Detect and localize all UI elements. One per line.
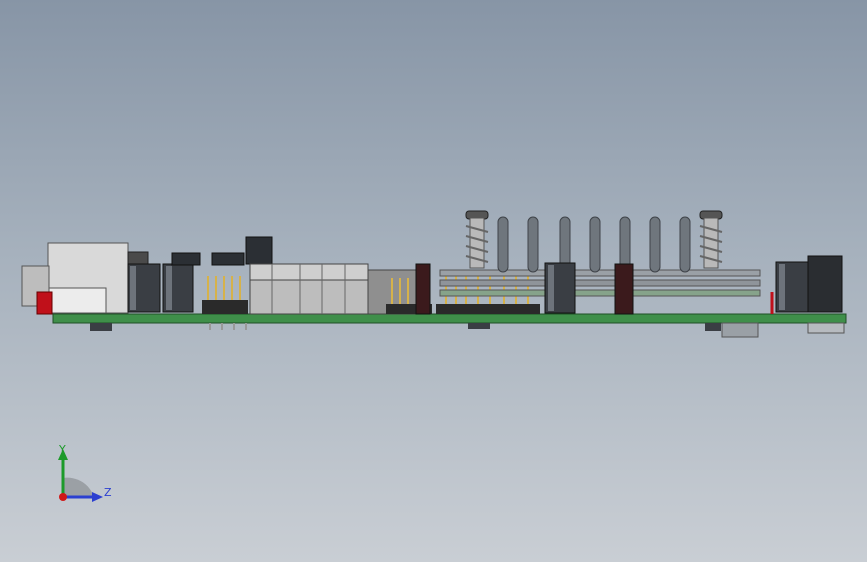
electrolytic-capacitor-4: [614, 263, 634, 315]
right-edge-connector: [807, 255, 843, 313]
mounting-spring-right: [699, 210, 723, 269]
electrolytic-capacitor-1: [127, 263, 161, 313]
small-capacitor-tops: [171, 236, 273, 266]
z-axis-label: Z: [104, 486, 112, 499]
pcb-board: [52, 313, 847, 324]
under-board-parts: [90, 322, 845, 338]
electrolytic-capacitor-5: [775, 261, 809, 313]
pcb-side-view-model[interactable]: [0, 0, 867, 562]
coordinate-triad: Y Z: [58, 443, 112, 502]
triad-plane-icon: [63, 477, 94, 497]
y-axis-label: Y: [58, 443, 66, 456]
x-axis-origin-icon: [59, 493, 67, 501]
pin-header-left: [202, 276, 248, 314]
cad-viewport[interactable]: Y Z: [0, 0, 867, 562]
small-capacitor-dark: [415, 263, 431, 315]
electrolytic-capacitor-2: [162, 263, 194, 313]
electrolytic-capacitor-3: [544, 262, 576, 314]
mounting-spring-left: [465, 210, 489, 269]
